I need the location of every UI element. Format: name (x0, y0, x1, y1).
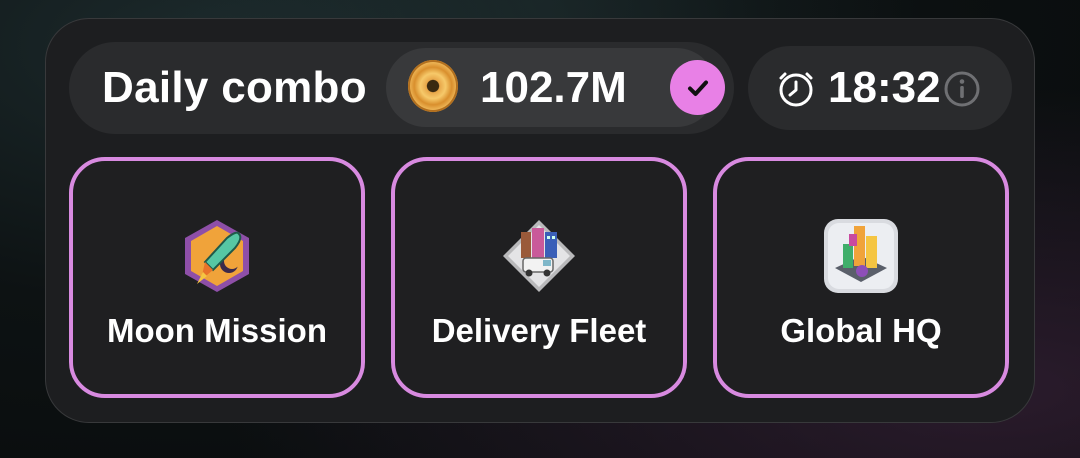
info-icon[interactable] (943, 70, 981, 108)
combo-card-moon-mission[interactable]: Moon Mission (69, 157, 365, 398)
clock-icon (779, 72, 813, 107)
coin-icon (408, 60, 458, 112)
countdown-timer: 18:32 (828, 63, 941, 112)
reward-amount: 102.7M (480, 63, 627, 112)
card-label: Moon Mission (107, 312, 327, 349)
combo-card-delivery-fleet[interactable]: Delivery Fleet (391, 157, 687, 398)
check-icon (670, 60, 725, 115)
card-label: Delivery Fleet (431, 312, 647, 349)
delivery-truck-icon (503, 220, 575, 292)
rocket-icon (185, 220, 249, 292)
building-blocks-icon (824, 219, 898, 293)
card-label: Global HQ (780, 312, 942, 349)
daily-combo-title: Daily combo (102, 63, 367, 112)
combo-card-global-hq[interactable]: Global HQ (713, 157, 1009, 398)
